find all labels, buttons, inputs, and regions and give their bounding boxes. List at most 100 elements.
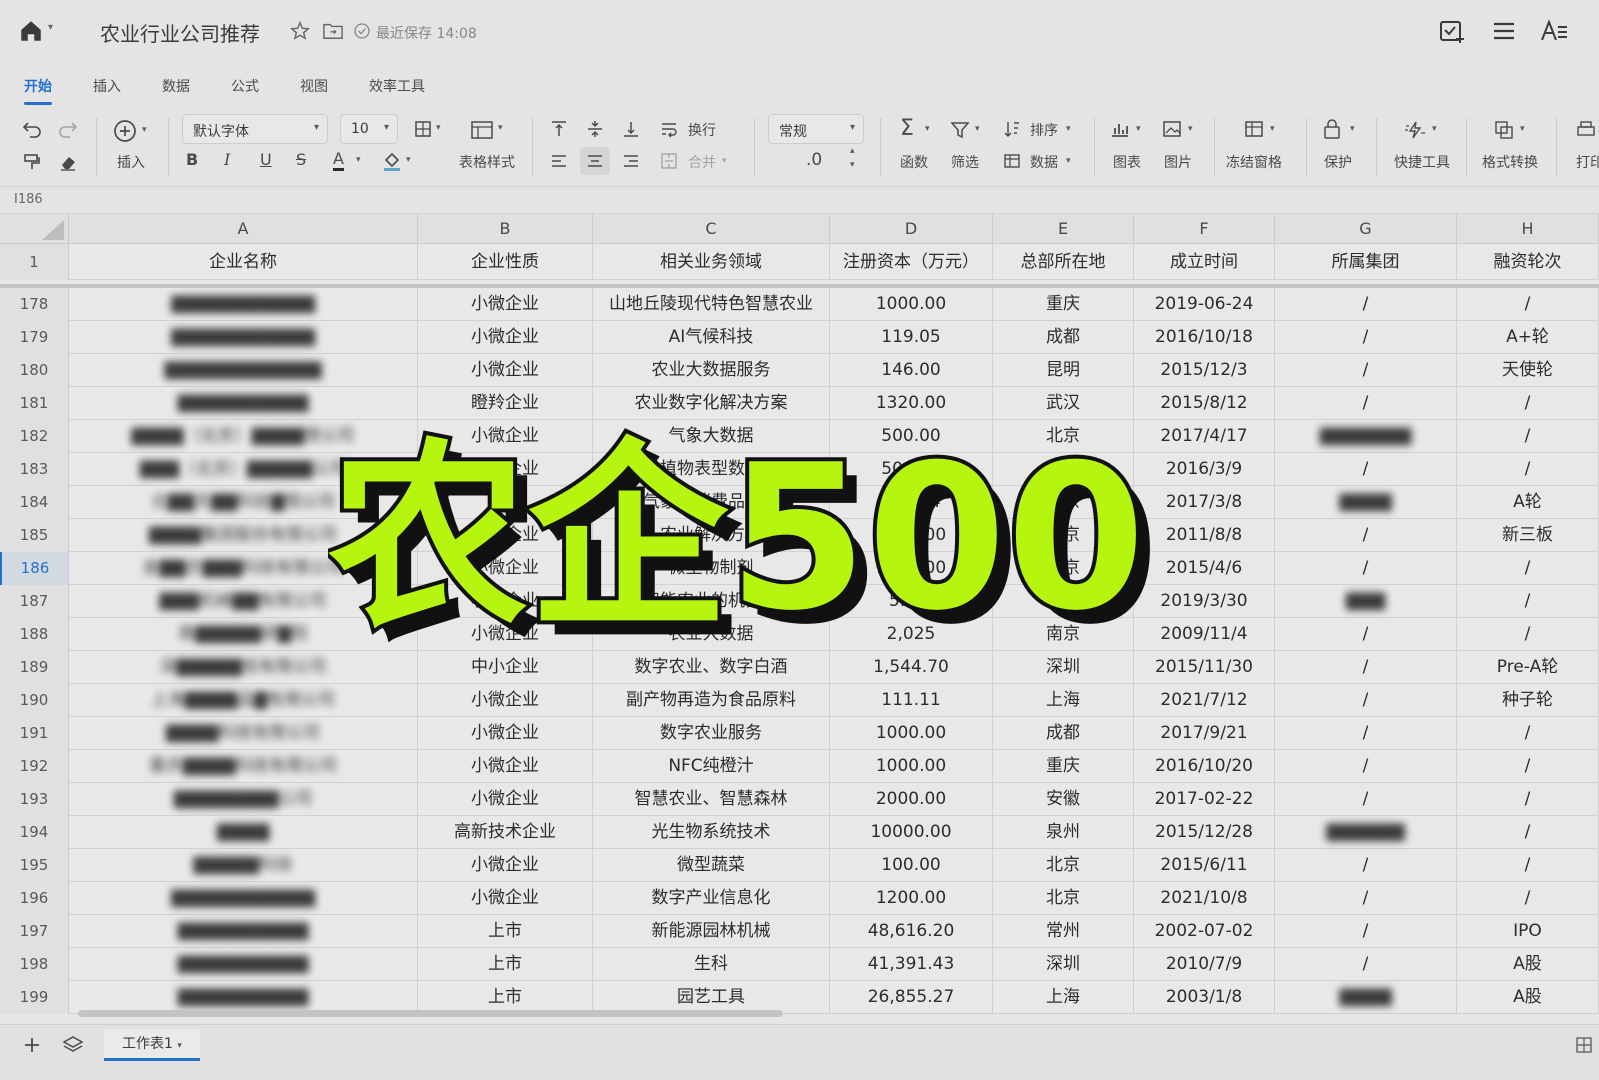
insert-label[interactable]: 插入 — [117, 152, 145, 172]
format-painter-icon[interactable] — [22, 152, 42, 172]
row-number[interactable]: 178 — [0, 288, 69, 321]
cell-c[interactable]: 山地丘陵现代特色智慧农业 — [593, 288, 830, 321]
merge-cells-icon[interactable] — [660, 152, 678, 170]
align-top-icon[interactable] — [550, 120, 568, 138]
table-style-icon[interactable] — [470, 120, 494, 140]
cell-d[interactable]: 26,855.27 — [830, 981, 993, 1014]
image-dropdown-icon[interactable]: ▾ — [1188, 124, 1193, 134]
cell-b[interactable]: 中小企业 — [418, 651, 593, 684]
cell-e[interactable]: 上海 — [993, 684, 1134, 717]
data-tools-dropdown-icon[interactable]: ▾ — [1066, 156, 1071, 166]
cell-g[interactable]: / — [1275, 948, 1457, 981]
fill-color-icon[interactable] — [382, 150, 402, 172]
cell-h[interactable]: / — [1457, 420, 1599, 453]
row-number[interactable]: 186 — [0, 552, 69, 585]
row-number[interactable]: 183 — [0, 453, 69, 486]
cell-reference[interactable]: I186 — [14, 192, 43, 207]
header-cell[interactable]: 企业名称 — [69, 244, 418, 280]
format-convert-dropdown-icon[interactable]: ▾ — [1520, 124, 1525, 134]
lock-icon[interactable] — [1322, 118, 1342, 140]
print-icon[interactable] — [1576, 120, 1596, 140]
cell-d[interactable]: 111.11 — [830, 684, 993, 717]
row-number[interactable]: 192 — [0, 750, 69, 783]
sheet-tab[interactable]: 工作表1 ▾ — [104, 1029, 200, 1061]
row-number[interactable]: 189 — [0, 651, 69, 684]
cell-b[interactable]: 小微企业 — [418, 717, 593, 750]
cell-h[interactable]: 种子轮 — [1457, 684, 1599, 717]
insert-plus-icon[interactable] — [112, 118, 138, 144]
font-size-select[interactable]: 10 ▾ — [340, 114, 398, 144]
cell-f[interactable]: 2016/10/20 — [1134, 750, 1275, 783]
cell-a[interactable]: 重庆▇▇▇▇科技有限公司 — [69, 750, 418, 783]
cell-g[interactable]: / — [1275, 651, 1457, 684]
cell-g[interactable]: / — [1275, 717, 1457, 750]
quick-tools-label[interactable]: 快捷工具 — [1394, 152, 1450, 172]
format-convert-label[interactable]: 格式转换 — [1482, 152, 1538, 172]
cell-b[interactable]: 小微企业 — [418, 321, 593, 354]
menu-icon[interactable] — [1490, 18, 1518, 44]
cell-b[interactable]: 小微企业 — [418, 783, 593, 816]
cell-a[interactable]: ▇▇▇▇▇▇▇▇▇▇ — [69, 915, 418, 948]
cell-d[interactable]: 1000.00 — [830, 750, 993, 783]
cell-e[interactable]: 重庆 — [993, 288, 1134, 321]
strikethrough-button[interactable]: S — [296, 150, 306, 169]
cell-f[interactable]: 2015/6/11 — [1134, 849, 1275, 882]
cell-g[interactable]: / — [1275, 882, 1457, 915]
cell-f[interactable]: 2015/12/28 — [1134, 816, 1275, 849]
cell-a[interactable]: ▇▇▇▇▇科技 — [69, 849, 418, 882]
cell-c[interactable]: 微型蔬菜 — [593, 849, 830, 882]
align-bottom-icon[interactable] — [622, 120, 640, 138]
tab-start[interactable]: 开始 — [24, 76, 52, 96]
align-left-icon[interactable] — [550, 153, 568, 169]
wrap-text-icon[interactable] — [660, 120, 678, 138]
protect-label[interactable]: 保护 — [1324, 152, 1352, 172]
filter-icon[interactable] — [950, 120, 970, 140]
filter-dropdown-icon[interactable]: ▾ — [975, 124, 980, 134]
sum-icon[interactable]: Σ — [900, 116, 914, 141]
cell-e[interactable]: 深圳 — [993, 651, 1134, 684]
tab-data[interactable]: 数据 — [162, 76, 190, 96]
column-header-e[interactable]: E — [993, 214, 1134, 244]
tab-view[interactable]: 视图 — [300, 76, 328, 96]
quick-tools-icon[interactable] — [1404, 120, 1426, 140]
protect-dropdown-icon[interactable]: ▾ — [1350, 124, 1355, 134]
column-header-h[interactable]: H — [1457, 214, 1599, 244]
cell-e[interactable]: 深圳 — [993, 948, 1134, 981]
cell-c[interactable]: 生科 — [593, 948, 830, 981]
row-number[interactable]: 194 — [0, 816, 69, 849]
cell-h[interactable]: / — [1457, 288, 1599, 321]
row-number[interactable]: 193 — [0, 783, 69, 816]
cell-b[interactable]: 小微企业 — [418, 684, 593, 717]
star-icon[interactable] — [289, 20, 311, 42]
sort-icon[interactable] — [1003, 120, 1021, 138]
horizontal-scrollbar[interactable] — [78, 1010, 783, 1017]
cell-b[interactable]: 小微企业 — [418, 288, 593, 321]
row-number[interactable]: 188 — [0, 618, 69, 651]
cell-c[interactable]: 数字农业、数字白酒 — [593, 651, 830, 684]
data-tools-icon[interactable] — [1003, 153, 1021, 169]
cell-e[interactable]: 成都 — [993, 321, 1134, 354]
align-middle-icon[interactable] — [586, 120, 604, 138]
cell-b[interactable]: 小微企业 — [418, 750, 593, 783]
column-header-a[interactable]: A — [69, 214, 418, 244]
cell-h[interactable]: / — [1457, 387, 1599, 420]
image-icon[interactable] — [1162, 120, 1182, 138]
cell-h[interactable]: A+轮 — [1457, 321, 1599, 354]
cell-a[interactable]: ▇▇▇▇▇▇▇▇▇▇▇ — [69, 882, 418, 915]
cell-b[interactable]: 高新技术企业 — [418, 816, 593, 849]
font-color-dropdown-icon[interactable]: ▾ — [356, 155, 361, 165]
add-sheet-icon[interactable] — [22, 1035, 42, 1055]
cell-h[interactable]: / — [1457, 585, 1599, 618]
cell-e[interactable]: 常州 — [993, 915, 1134, 948]
header-cell[interactable]: 成立时间 — [1134, 244, 1275, 280]
cell-e[interactable]: 重庆 — [993, 750, 1134, 783]
cell-g[interactable]: / — [1275, 783, 1457, 816]
cell-f[interactable]: 2015/12/3 — [1134, 354, 1275, 387]
cell-a[interactable]: ▇▇▇▇科技有限公司 — [69, 717, 418, 750]
decimal-decrease-icon[interactable]: ▾ — [850, 160, 855, 170]
sort-label[interactable]: 排序 — [1030, 120, 1058, 140]
sort-dropdown-icon[interactable]: ▾ — [1066, 124, 1071, 134]
undo-icon[interactable] — [22, 120, 42, 138]
cell-h[interactable]: / — [1457, 816, 1599, 849]
cell-e[interactable]: 上海 — [993, 981, 1134, 1014]
